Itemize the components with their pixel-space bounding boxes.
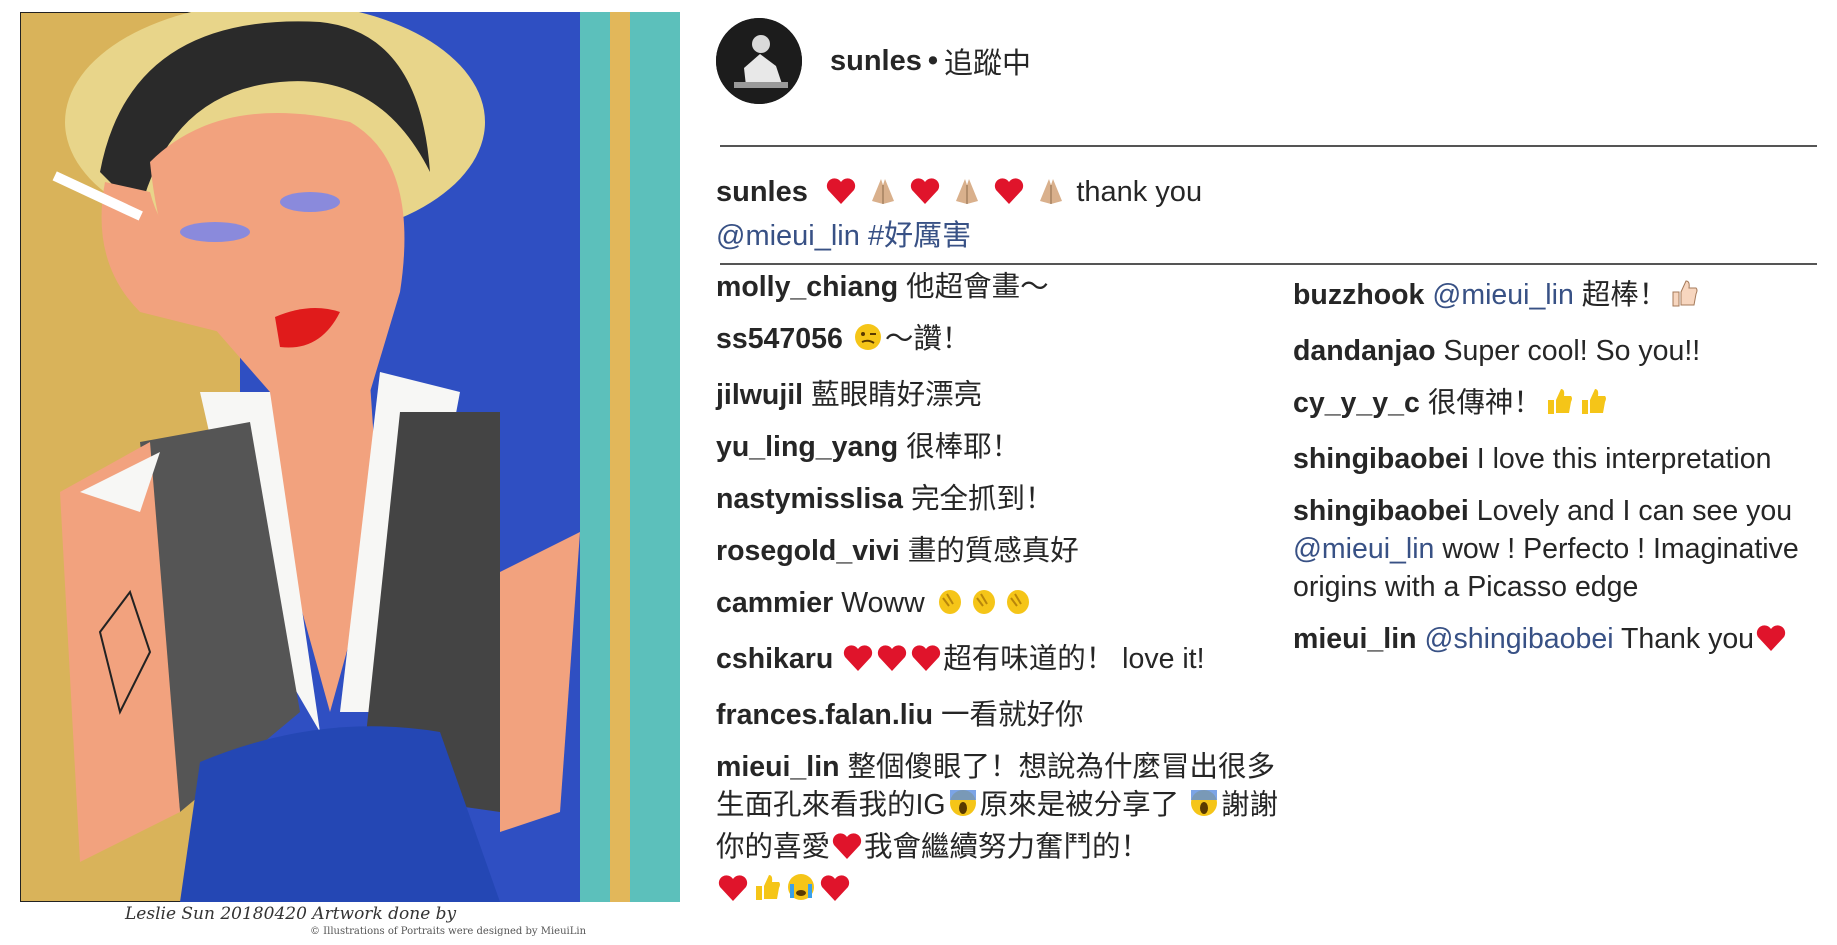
comment-text-2: 原來是被分享了 <box>979 789 1180 821</box>
comment: buzzhook @mieui_lin 超棒！ <box>1293 276 1833 318</box>
portrait-illustration <box>20 12 680 902</box>
comment-username[interactable]: mieui_lin <box>716 751 840 783</box>
comment-username[interactable]: cy_y_y_c <box>1293 387 1420 419</box>
comment-username[interactable]: molly_chiang <box>716 271 898 303</box>
comment-username[interactable]: cshikaru <box>716 643 833 675</box>
comment-username[interactable]: rosegold_vivi <box>716 535 900 567</box>
heart-icon <box>911 644 941 682</box>
comment-username[interactable]: nastymisslisa <box>716 483 903 515</box>
heart-icon <box>1756 624 1786 662</box>
heart-icon <box>994 176 1024 216</box>
header-divider <box>720 145 1817 147</box>
avatar-photo-icon <box>716 18 802 104</box>
pray-icon <box>868 176 898 216</box>
comment: cshikaru 超有味道的！ love it! <box>716 640 1286 682</box>
comment: molly_chiang 他超會畫～ <box>716 268 1286 306</box>
comments-column-left: molly_chiang 他超會畫～ ss547056 ～讚！ jilwujil 藍眼… <box>716 268 1286 912</box>
comment-text: 很棒耶！ <box>906 431 1021 463</box>
comment-mention[interactable]: @mieui_lin <box>1432 279 1573 311</box>
header-username[interactable]: sunles <box>830 45 922 78</box>
heart-icon <box>910 176 940 216</box>
caption-mention[interactable]: @mieui_lin <box>716 220 860 252</box>
comment-text: Super cool! So you!! <box>1443 335 1701 367</box>
comment-text: ～讚！ <box>884 323 971 355</box>
comment-text: 藍眼睛好漂亮 <box>811 379 983 411</box>
comment: shingibaobei Lovely and I can see you @mi… <box>1293 492 1833 606</box>
comment-text: 完全抓到！ <box>910 483 1054 515</box>
comment-username[interactable]: yu_ling_yang <box>716 431 898 463</box>
clap-icon <box>969 586 999 626</box>
thumbs-up-icon <box>1669 278 1699 318</box>
post-caption: sunles thank you @mieui_lin #好厲害 <box>716 172 1806 256</box>
comment: ss547056 ～讚！ <box>716 320 1286 362</box>
comment: mieui_lin @shingibaobei Thank you <box>1293 620 1833 662</box>
thumbs-up-icon <box>1578 386 1608 426</box>
scream-face-icon <box>1189 788 1219 828</box>
caption-username[interactable]: sunles <box>716 176 808 208</box>
pray-icon <box>1036 176 1066 216</box>
comment: yu_ling_yang 很棒耶！ <box>716 428 1286 466</box>
comment-text: I love this interpretation <box>1476 443 1772 475</box>
comment-text: Lovely and I can see you <box>1476 495 1793 527</box>
thumbs-up-icon <box>752 872 782 912</box>
comment-text: 超有味道的！ love it! <box>943 643 1205 675</box>
comment: rosegold_vivi 畫的質感真好 <box>716 532 1286 570</box>
comment-text: 很傳神！ <box>1427 387 1542 419</box>
heart-icon <box>718 874 748 912</box>
comment-text: 一看就好你 <box>941 699 1084 731</box>
comment-username[interactable]: frances.falan.liu <box>716 699 933 731</box>
heart-icon <box>832 832 862 870</box>
comment-username[interactable]: cammier <box>716 587 833 619</box>
heart-icon <box>826 176 856 216</box>
comment: cy_y_y_c 很傳神！ <box>1293 384 1833 426</box>
comment-text: 超棒！ <box>1581 279 1668 311</box>
post-header: sunles • 追蹤中 <box>716 18 1031 104</box>
thumbs-up-icon <box>1544 386 1574 426</box>
artwork-image <box>20 12 680 902</box>
comment-mention[interactable]: @shingibaobei <box>1425 623 1614 655</box>
crying-face-icon <box>786 872 816 912</box>
comment: nastymisslisa 完全抓到！ <box>716 480 1286 518</box>
follow-button[interactable]: 追蹤中 <box>944 40 1031 82</box>
caption-divider <box>720 263 1817 265</box>
comment-text-4: 我會繼續努力奮鬥的！ <box>864 831 1150 863</box>
heart-icon <box>877 644 907 682</box>
comment-mention[interactable]: @mieui_lin <box>1293 533 1434 565</box>
comment: cammier Woww <box>716 584 1286 626</box>
comment-username[interactable]: jilwujil <box>716 379 803 411</box>
caption-text: thank you <box>1076 176 1203 208</box>
comment-username[interactable]: mieui_lin <box>1293 623 1417 655</box>
scream-face-icon <box>948 788 978 828</box>
copyright-notice: © Illustrations of Portraits were design… <box>310 926 587 937</box>
comment: jilwujil 藍眼睛好漂亮 <box>716 376 1286 414</box>
comment: mieui_lin 整個傻眼了！想說為什麼冒出很多生面孔來看我的IG 原來是被分享了… <box>716 748 1286 912</box>
heart-icon <box>843 644 873 682</box>
comment-username[interactable]: buzzhook <box>1293 279 1424 311</box>
comment: frances.falan.liu 一看就好你 <box>716 696 1286 734</box>
comment-username[interactable]: dandanjao <box>1293 335 1436 367</box>
avatar[interactable] <box>716 18 802 104</box>
wink-face-icon <box>853 322 883 362</box>
comment-text: 畫的質感真好 <box>907 535 1079 567</box>
heart-icon <box>820 874 850 912</box>
comment: dandanjao Super cool! So you!! <box>1293 332 1833 370</box>
pray-icon <box>952 176 982 216</box>
comment-text: 他超會畫～ <box>906 271 1049 303</box>
clap-icon <box>1003 586 1033 626</box>
comment-text: Woww <box>841 587 925 619</box>
header-separator: • <box>927 44 939 77</box>
comments-column-right: buzzhook @mieui_lin 超棒！ dandanjao Super co… <box>1293 276 1833 662</box>
comment-username[interactable]: shingibaobei <box>1293 443 1469 475</box>
comment: shingibaobei I love this interpretation <box>1293 440 1833 478</box>
comment-username[interactable]: shingibaobei <box>1293 495 1469 527</box>
caption-hashtag[interactable]: #好厲害 <box>868 220 971 252</box>
clap-icon <box>935 586 965 626</box>
comment-text: Thank you <box>1620 623 1755 655</box>
comment-username[interactable]: ss547056 <box>716 323 843 355</box>
